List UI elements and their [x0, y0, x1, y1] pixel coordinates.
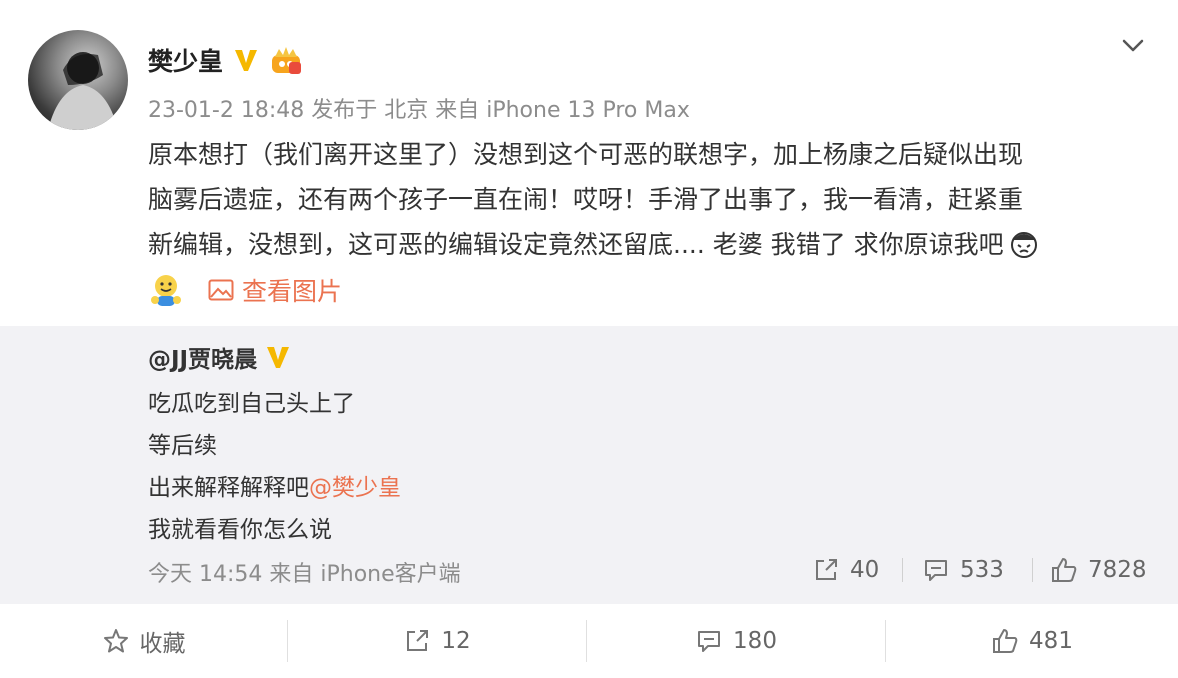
- avatar[interactable]: [28, 30, 128, 130]
- like-icon: [1052, 558, 1077, 582]
- weibo-post: 樊少皇 23-01-2 18:48 发布于 北京 来自 iPhone 13 Pr…: [0, 0, 1178, 326]
- post-meta: 23-01-2 18:48 发布于 北京 来自 iPhone 13 Pro Ma…: [148, 98, 690, 123]
- divider: [1032, 558, 1033, 582]
- like-count: 481: [1029, 628, 1073, 654]
- repost-like-count: 7828: [1088, 557, 1147, 583]
- view-pictures-link[interactable]: 查看图片: [208, 272, 342, 308]
- divider: [902, 558, 903, 582]
- like-icon: [993, 629, 1018, 653]
- author-name[interactable]: 樊少皇: [148, 42, 223, 78]
- share-icon: [407, 630, 429, 651]
- post-line-last: 新编辑，没想到，这可恶的编辑设定竟然还留底.... 老婆 我错了 求你原谅我吧: [148, 222, 1148, 267]
- post-line: 新编辑，没想到，这可恶的编辑设定竟然还留底.... 老婆 我错了 求你原谅我吧: [148, 230, 1004, 259]
- repost-line: 我就看看你怎么说: [148, 517, 332, 543]
- share-button[interactable]: 12: [288, 604, 586, 678]
- repost-line-with-mention: 出来解释解释吧@樊少皇: [148, 468, 401, 502]
- repost-comment-count: 533: [960, 557, 1004, 583]
- star-icon: [103, 629, 128, 653]
- comment-count: 180: [733, 628, 777, 654]
- crying-emoji-icon: [1010, 232, 1037, 258]
- repost-comment-button[interactable]: 533: [922, 552, 1004, 588]
- repost-author[interactable]: @JJ贾晓晨: [148, 340, 257, 374]
- view-pictures-label: 查看图片: [242, 277, 343, 306]
- repost-line: 等后续: [148, 433, 217, 459]
- comment-button[interactable]: 180: [587, 604, 885, 678]
- mention-link[interactable]: @樊少皇: [309, 475, 401, 501]
- share-count: 12: [441, 628, 471, 654]
- verified-icon: [267, 347, 290, 368]
- author-row: 樊少皇: [148, 42, 303, 78]
- smile-emoji-icon: [151, 275, 181, 306]
- post-line: 脑雾后遗症，还有两个孩子一直在闹！哎呀！手滑了出事了，我一看清，赶紧重: [148, 185, 1024, 214]
- repost-line: 吃瓜吃到自己头上了: [148, 391, 355, 417]
- action-bar: 收藏 12 180 481: [0, 604, 1178, 678]
- post-line: 原本想打（我们离开这里了）没想到这个可恶的联想字，加上杨康之后疑似出现: [148, 140, 1024, 169]
- picture-icon: [208, 279, 234, 301]
- comment-icon: [698, 631, 721, 652]
- comment-icon: [925, 560, 947, 581]
- repost-like-button[interactable]: 7828: [1050, 552, 1147, 588]
- attachment-row: 查看图片: [148, 270, 342, 310]
- like-button[interactable]: 481: [886, 604, 1178, 678]
- favorite-button[interactable]: 收藏: [0, 604, 287, 678]
- crown-badge-icon: [272, 47, 302, 74]
- repost-share-button[interactable]: 40: [812, 552, 879, 588]
- repost-share-count: 40: [850, 557, 880, 583]
- chevron-down-icon[interactable]: [1118, 30, 1148, 60]
- post-body: 原本想打（我们离开这里了）没想到这个可恶的联想字，加上杨康之后疑似出现 脑雾后遗…: [148, 132, 1148, 267]
- share-icon: [816, 559, 837, 580]
- favorite-label: 收藏: [139, 631, 186, 657]
- repost-line: 出来解释解释吧: [148, 475, 309, 501]
- repost-author-row: @JJ贾晓晨: [148, 340, 291, 374]
- repost-actions: 40 533 7828: [0, 552, 1178, 588]
- verified-icon: [235, 50, 258, 71]
